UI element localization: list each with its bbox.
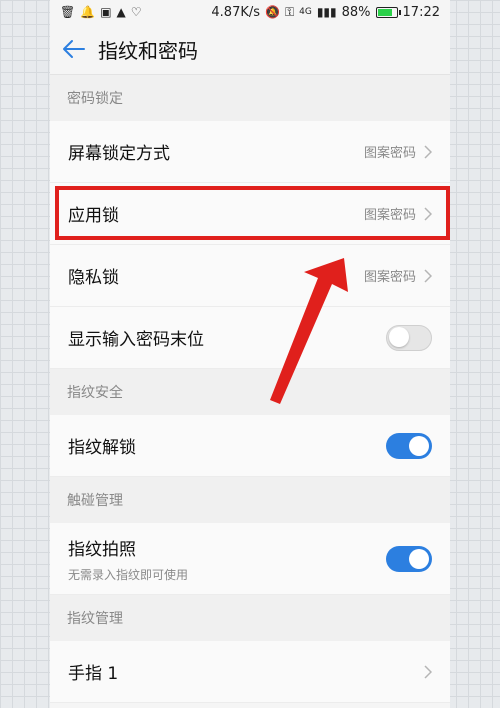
battery-icon xyxy=(375,6,401,18)
setting-label: 隐私锁 xyxy=(68,268,119,288)
setting-label: 应用锁 xyxy=(68,206,119,226)
notification-bell-icon: 🔔 xyxy=(80,5,96,19)
chevron-right-icon xyxy=(424,144,432,159)
toggle-switch[interactable] xyxy=(386,324,432,351)
image-icon: ▣ xyxy=(100,5,112,19)
setting-privacy-lock[interactable]: 隐私锁 图案密码 xyxy=(50,245,450,307)
setting-value: 图案密码 xyxy=(363,146,416,161)
setting-fingerprint-photo: 指纹拍照 无需录入指纹即可使用 xyxy=(50,523,450,595)
system-icons: 4.87K/s 🔕 ⚿ 4G ▮▮▮ 88% 17:22 xyxy=(211,5,440,20)
chevron-right-icon xyxy=(424,664,432,679)
mute-icon: 🔕 xyxy=(265,5,280,19)
section-header-fingerprint-management: 指纹管理 xyxy=(50,595,450,641)
setting-value: 图案密码 xyxy=(363,208,416,223)
section-header-password-lock: 密码锁定 xyxy=(50,75,450,121)
title-bar: 指纹和密码 xyxy=(50,24,450,75)
section-header-touch-management: 触碰管理 xyxy=(50,477,450,523)
back-button[interactable] xyxy=(50,39,98,59)
notification-icons: 🗑 🔔 ▣ ▲ ♡ xyxy=(60,6,142,18)
signal-icon: ▮▮▮ xyxy=(316,5,337,19)
battery-fill xyxy=(377,8,392,16)
setting-finger-1[interactable]: 手指 1 xyxy=(50,641,450,703)
back-arrow-icon xyxy=(63,40,85,58)
heart-icon: ♡ xyxy=(130,5,142,19)
status-bar: 🗑 🔔 ▣ ▲ ♡ 4.87K/s 🔕 ⚿ 4G ▮▮▮ 88% 17:22 xyxy=(50,0,450,24)
page-title: 指纹和密码 xyxy=(98,38,198,63)
key-icon: ⚿ xyxy=(284,5,295,19)
setting-fingerprint-unlock: 指纹解锁 xyxy=(50,415,450,477)
setting-label: 屏幕锁定方式 xyxy=(68,144,170,164)
setting-subtitle: 无需录入指纹即可使用 xyxy=(68,567,189,582)
setting-app-lock[interactable]: 应用锁 图案密码 xyxy=(50,183,450,245)
setting-label: 显示输入密码末位 xyxy=(68,330,204,350)
phone-screen: 🗑 🔔 ▣ ▲ ♡ 4.87K/s 🔕 ⚿ 4G ▮▮▮ 88% 17:22 指… xyxy=(50,0,450,708)
setting-label: 手指 1 xyxy=(68,664,119,684)
section-header-fingerprint-security: 指纹安全 xyxy=(50,369,450,415)
setting-value: 图案密码 xyxy=(363,270,416,285)
setting-label: 指纹拍照 xyxy=(68,539,136,560)
network-type: 4G xyxy=(299,7,312,17)
network-speed: 4.87K/s xyxy=(211,4,261,20)
setting-label: 指纹解锁 xyxy=(68,438,136,458)
warning-icon: ▲ xyxy=(116,5,126,19)
toggle-switch[interactable] xyxy=(386,432,432,459)
battery-percent: 88% xyxy=(341,4,371,20)
setting-screen-lock-method[interactable]: 屏幕锁定方式 图案密码 xyxy=(50,121,450,183)
chevron-right-icon xyxy=(424,268,432,283)
trash-icon: 🗑 xyxy=(60,5,76,19)
clock: 17:22 xyxy=(402,4,440,20)
setting-show-last-password-digit: 显示输入密码末位 xyxy=(50,307,450,369)
toggle-switch[interactable] xyxy=(386,545,432,572)
chevron-right-icon xyxy=(424,206,432,221)
